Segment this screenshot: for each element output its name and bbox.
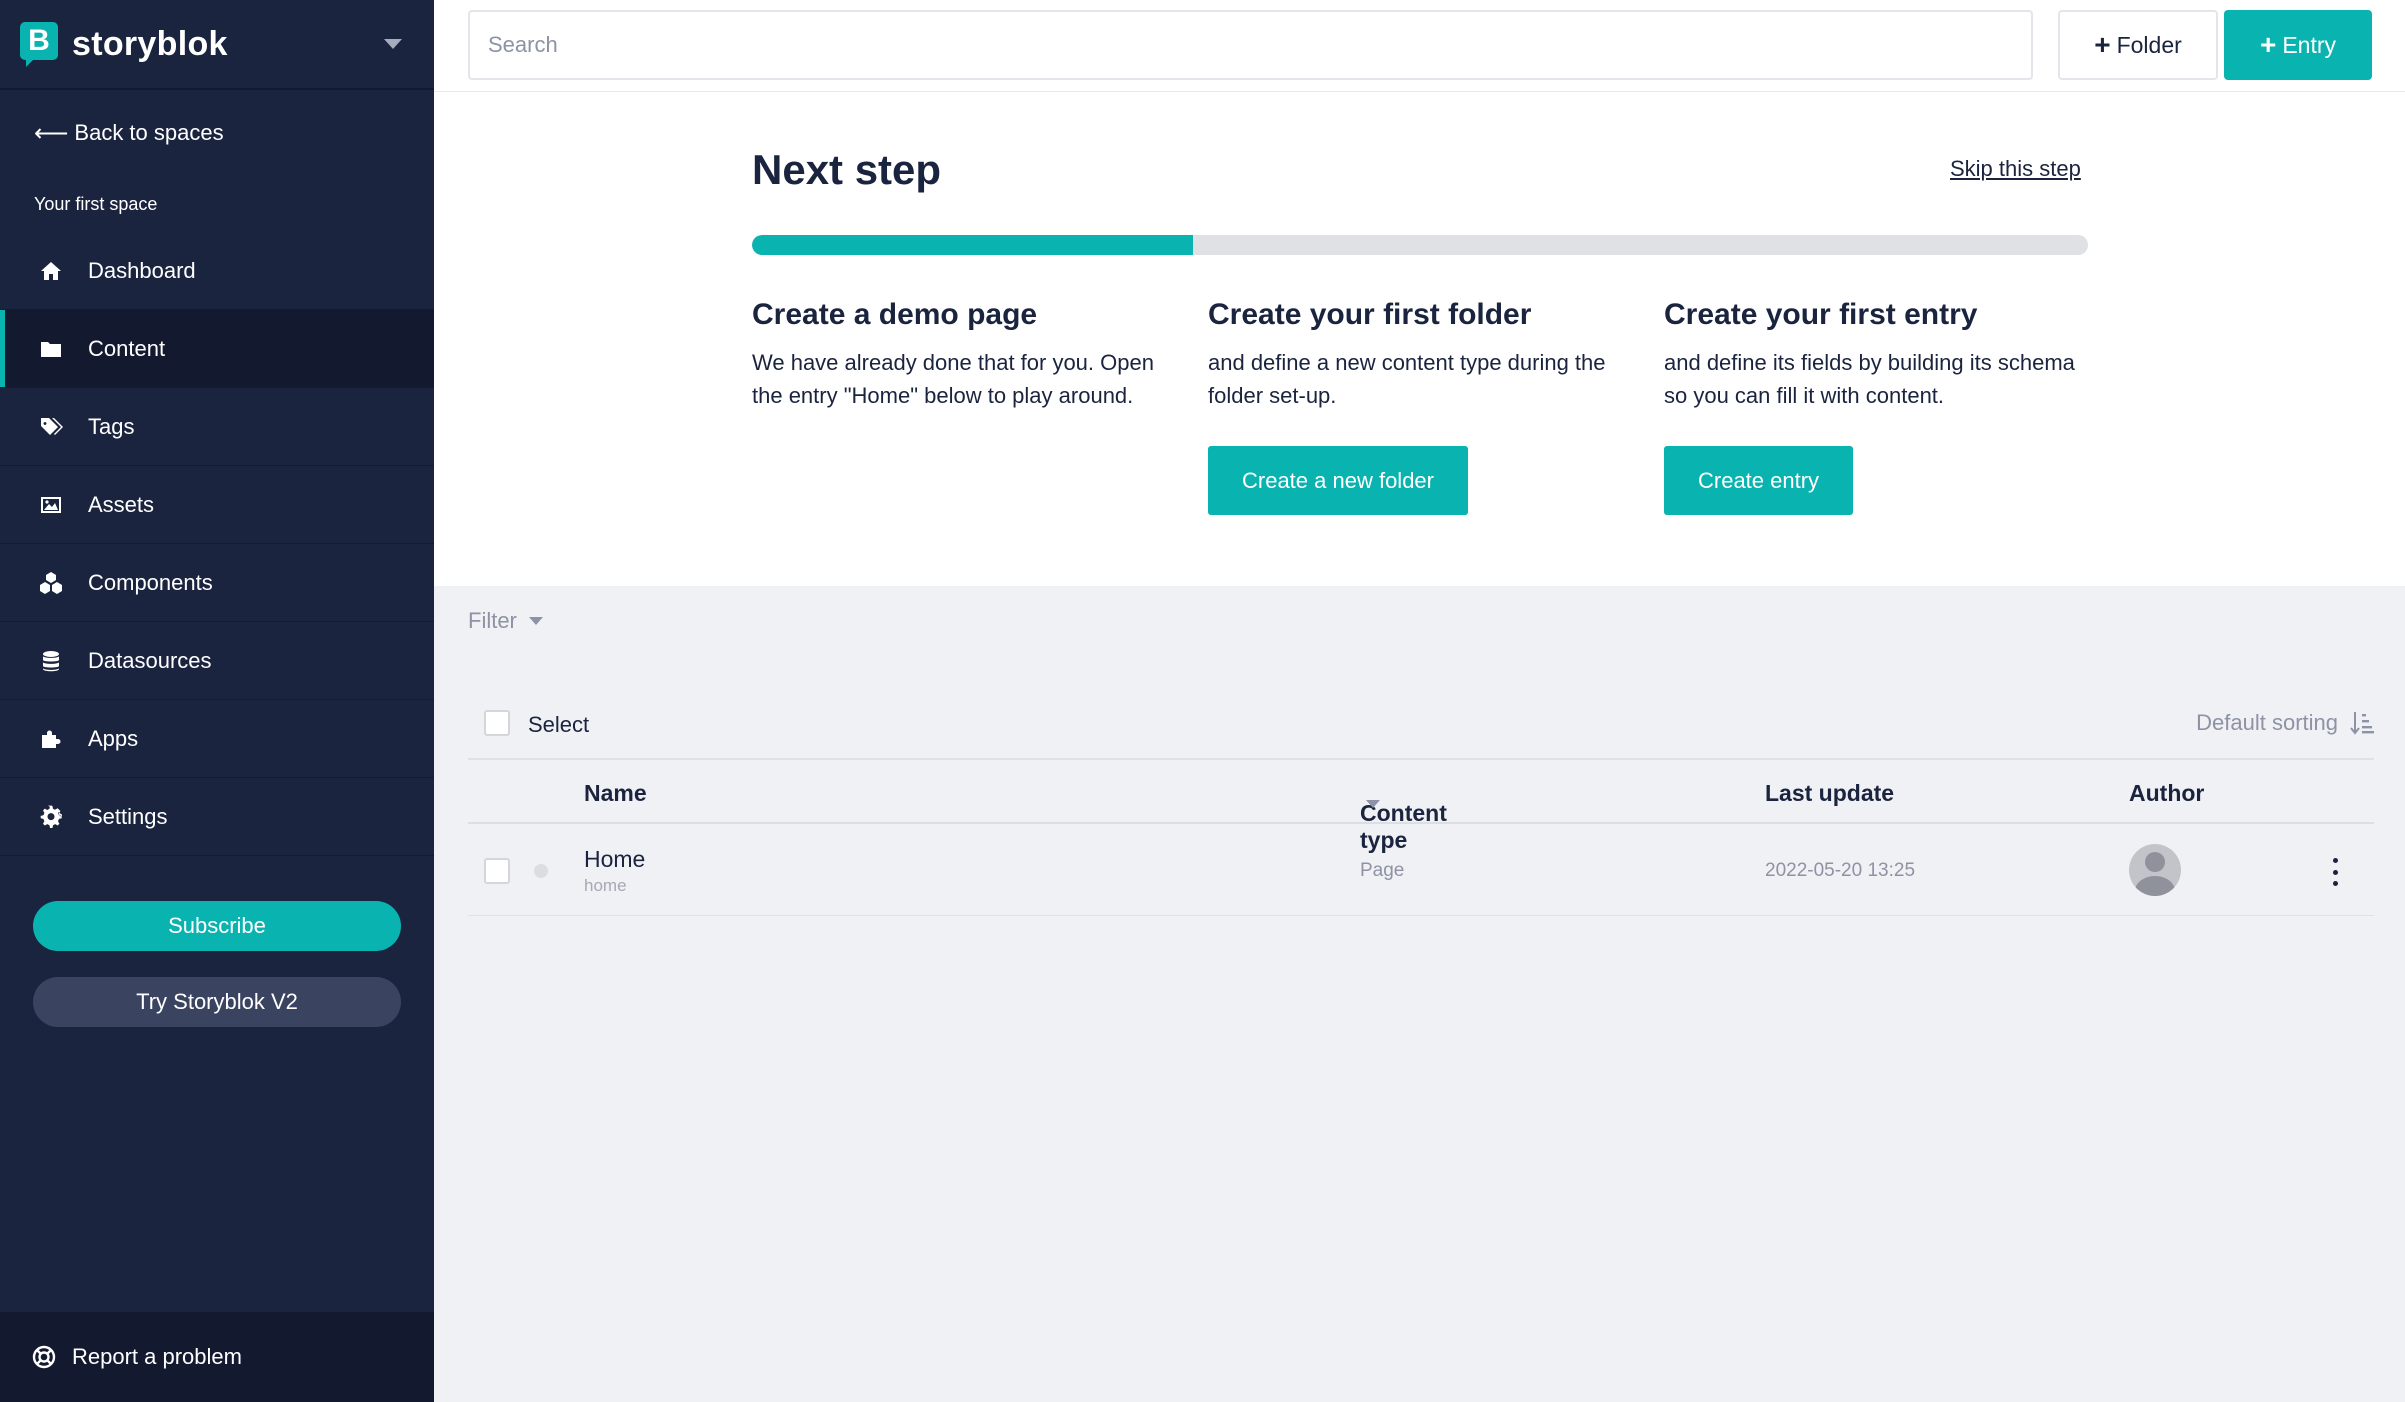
step-title: Create your first entry — [1664, 298, 1978, 331]
chevron-down-icon — [528, 617, 543, 625]
step-title: Create a demo page — [752, 298, 1038, 331]
add-folder-label: Folder — [2116, 31, 2182, 58]
cubes-icon — [38, 570, 64, 596]
sort-icon — [2350, 712, 2374, 735]
brand-header[interactable]: B storyblok — [0, 0, 434, 90]
arrow-left-icon: ⟵ — [34, 119, 69, 147]
plus-icon: + — [2094, 29, 2111, 60]
space-name: Your first space — [34, 193, 158, 214]
lifebuoy-icon — [32, 1345, 56, 1369]
sidebar-item-content[interactable]: Content — [0, 310, 434, 388]
gear-icon — [38, 804, 64, 830]
sidebar-item-label: Assets — [88, 491, 155, 517]
sidebar-item-label: Settings — [88, 803, 168, 829]
onboarding-progress-bar — [752, 235, 2088, 255]
sidebar-item-tags[interactable]: Tags — [0, 388, 434, 466]
sidebar-item-settings[interactable]: Settings — [0, 778, 434, 856]
home-icon — [38, 258, 64, 284]
brand-name: storyblok — [72, 24, 228, 63]
select-all-checkbox[interactable] — [484, 710, 510, 736]
chevron-down-icon — [1366, 800, 1380, 808]
column-name[interactable]: Name — [584, 780, 647, 807]
sidebar-item-label: Content — [88, 335, 166, 361]
sidebar-item-datasources[interactable]: Datasources — [0, 622, 434, 700]
select-label: Select — [528, 712, 590, 737]
database-icon — [38, 648, 64, 674]
step-text: We have already done that for you. Open … — [752, 350, 1154, 408]
select-bar: Select Default sorting — [468, 690, 2374, 760]
sidebar-item-dashboard[interactable]: Dashboard — [0, 232, 434, 310]
sidebar-item-assets[interactable]: Assets — [0, 466, 434, 544]
step-text: and define a new content type during the… — [1208, 350, 1606, 408]
sidebar-item-label: Tags — [88, 413, 135, 439]
back-to-spaces-label: Back to spaces — [74, 120, 224, 145]
row-content-type: Page — [1360, 860, 1405, 881]
search-input[interactable] — [468, 10, 2033, 80]
onboarding-title: Next step — [752, 146, 942, 193]
puzzle-icon — [38, 726, 64, 752]
sidebar-item-label: Components — [88, 569, 213, 595]
sidebar-item-apps[interactable]: Apps — [0, 700, 434, 778]
tags-icon — [38, 414, 64, 440]
user-icon — [2145, 852, 2165, 872]
chevron-down-icon[interactable] — [384, 39, 402, 49]
status-dot-icon — [534, 864, 548, 878]
step-title: Create your first folder — [1208, 298, 1532, 331]
add-entry-label: Entry — [2282, 31, 2337, 58]
filter-dropdown[interactable]: Filter — [468, 608, 543, 634]
topbar: + Folder + Entry — [434, 0, 2405, 92]
image-icon — [38, 492, 64, 518]
table-header: Name Content type Last update Author — [468, 760, 2374, 853]
sidebar-item-label: Datasources — [88, 647, 212, 673]
plus-icon: + — [2259, 29, 2277, 60]
storyblok-logo-icon: B — [20, 22, 58, 67]
column-last-update[interactable]: Last update — [1765, 780, 1894, 807]
add-folder-button[interactable]: + Folder — [2058, 10, 2218, 80]
row-name[interactable]: Home — [584, 846, 645, 873]
more-options-icon[interactable] — [2328, 858, 2342, 886]
sidebar-item-label: Apps — [88, 725, 139, 751]
report-problem-link[interactable]: Report a problem — [0, 1312, 434, 1402]
add-entry-button[interactable]: + Entry — [2224, 10, 2372, 80]
subscribe-button[interactable]: Subscribe — [33, 901, 401, 951]
sidebar-nav: Dashboard Content Tags Assets Components — [0, 232, 434, 856]
sidebar-item-components[interactable]: Components — [0, 544, 434, 622]
report-problem-label: Report a problem — [72, 1344, 242, 1369]
row-checkbox[interactable] — [484, 858, 510, 884]
create-entry-button[interactable]: Create entry — [1664, 446, 1854, 515]
filter-label: Filter — [468, 608, 517, 633]
step-demo-page: Create a demo page We have already done … — [752, 298, 1172, 412]
create-folder-button[interactable]: Create a new folder — [1208, 446, 1468, 515]
sorting-dropdown[interactable]: Default sorting — [2196, 710, 2374, 736]
step-first-folder: Create your first folder and define a ne… — [1208, 298, 1628, 515]
column-author[interactable]: Author — [2129, 780, 2204, 807]
avatar — [2129, 844, 2181, 896]
sidebar: B storyblok ⟵ Back to spaces Your first … — [0, 0, 434, 1402]
step-first-entry: Create your first entry and define its f… — [1664, 298, 2084, 515]
sidebar-item-label: Dashboard — [88, 257, 196, 283]
progress-fill — [752, 235, 1193, 255]
row-slug: home — [584, 876, 627, 895]
row-last-update: 2022-05-20 13:25 — [1765, 860, 1916, 881]
back-to-spaces-link[interactable]: ⟵ Back to spaces — [0, 90, 434, 176]
onboarding-panel: Next step Skip this step Create a demo p… — [434, 92, 2405, 586]
sorting-label: Default sorting — [2196, 710, 2338, 735]
try-v2-button[interactable]: Try Storyblok V2 — [33, 977, 401, 1027]
skip-step-link[interactable]: Skip this step — [1950, 156, 2081, 182]
folder-icon — [38, 336, 64, 362]
step-text: and define its fields by building its sc… — [1664, 350, 2075, 408]
table-row[interactable]: Home home Page 2022-05-20 13:25 — [468, 824, 2374, 916]
